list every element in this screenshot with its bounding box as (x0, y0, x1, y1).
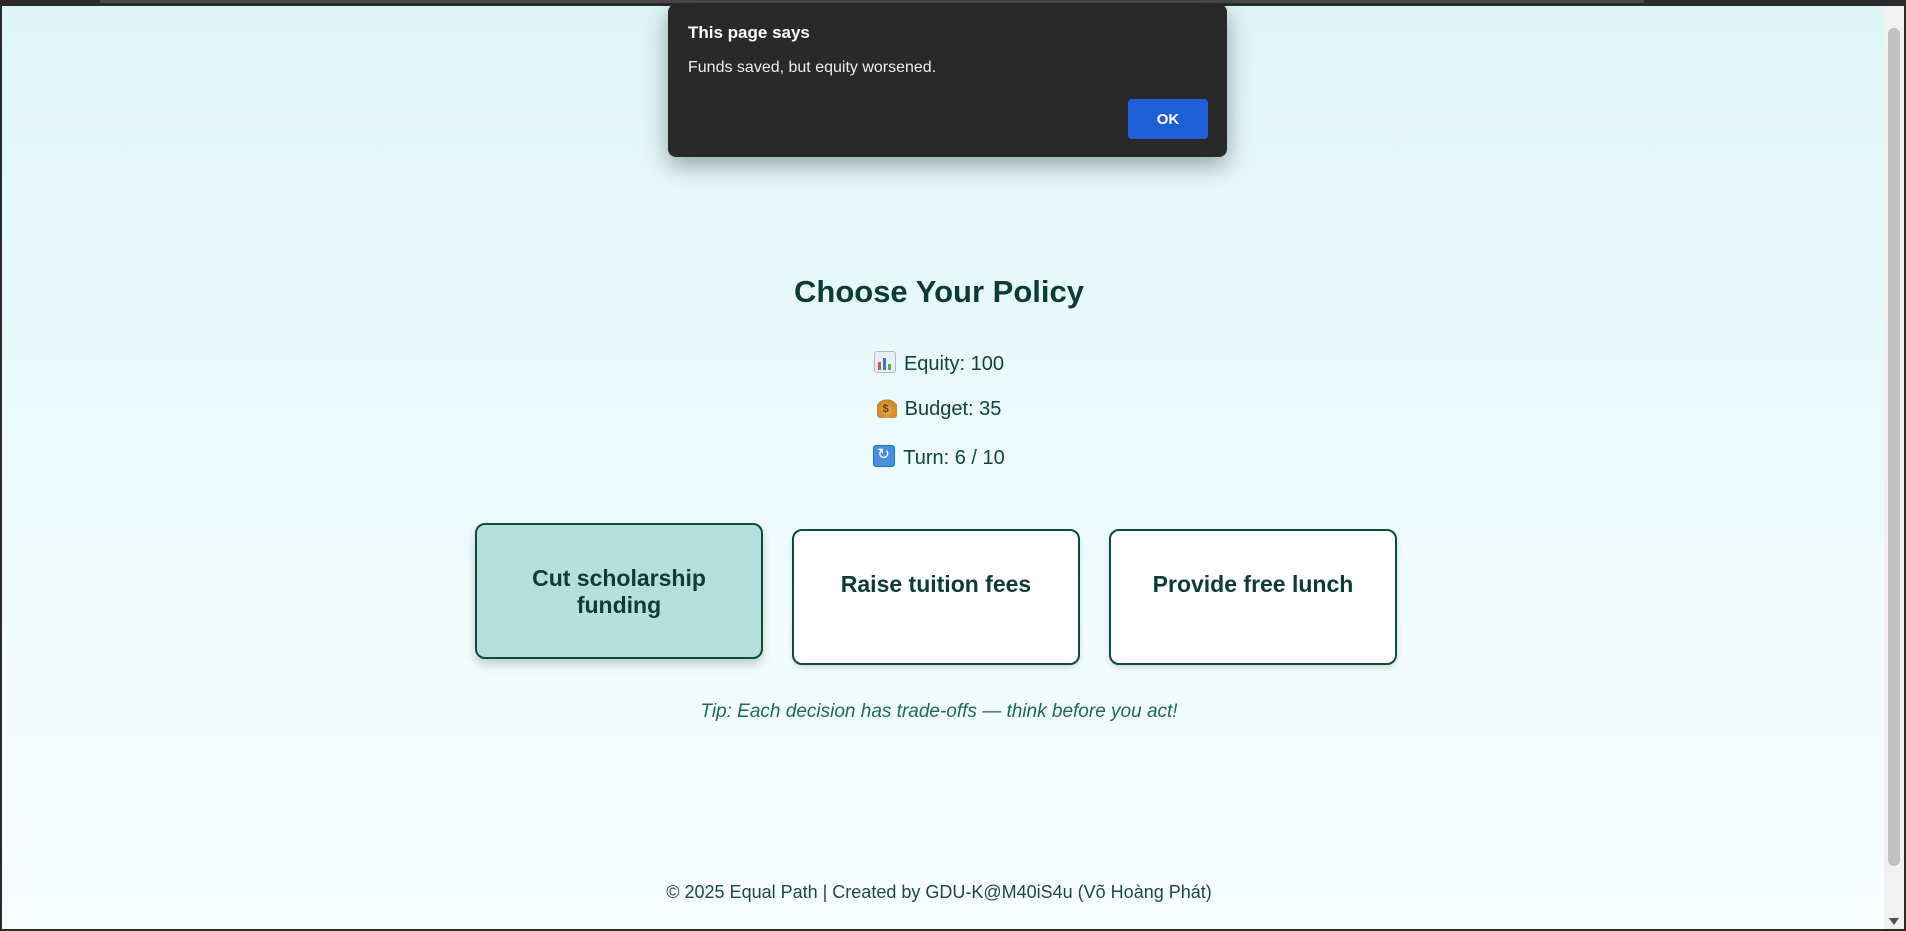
policy-label: Cut scholarship funding (532, 565, 706, 618)
alert-dialog: This page says Funds saved, but equity w… (668, 4, 1227, 157)
equity-label: Equity: 100 (903, 353, 1005, 375)
page-title: Choose Your Policy (794, 274, 1084, 309)
tab-strip-edge (100, 0, 1644, 3)
policy-free-lunch-button[interactable]: Provide free lunch (1109, 529, 1397, 665)
equity-stat: Equity: 100 (2, 351, 1876, 376)
budget-label: Budget: 35 (904, 398, 1002, 420)
cycle-icon (873, 445, 896, 467)
budget-stat: Budget: 35 (2, 398, 1876, 421)
policy-label: Raise tuition fees (840, 571, 1032, 597)
policy-label: Provide free lunch (1152, 571, 1354, 597)
money-bag-icon (876, 398, 897, 418)
policy-raise-tuition-button[interactable]: Raise tuition fees (792, 529, 1080, 665)
bar-chart-icon (873, 351, 896, 373)
dialog-message: Funds saved, but equity worsened. (688, 59, 937, 76)
turn-stat: Turn: 6 / 10 (2, 445, 1876, 470)
ok-button[interactable]: OK (1128, 99, 1208, 139)
scroll-down-arrow-icon[interactable] (1889, 918, 1899, 925)
tip-text: Tip: Each decision has trade-offs — thin… (700, 701, 1178, 722)
footer-credits: © 2025 Equal Path | Created by GDU-K@M40… (666, 882, 1212, 902)
turn-label: Turn: 6 / 10 (903, 447, 1005, 469)
policy-cut-scholarship-button[interactable]: Cut scholarship funding (475, 523, 763, 659)
vertical-scrollbar[interactable] (1884, 6, 1904, 929)
scroll-thumb[interactable] (1888, 28, 1900, 866)
dialog-title: This page says (688, 23, 810, 42)
